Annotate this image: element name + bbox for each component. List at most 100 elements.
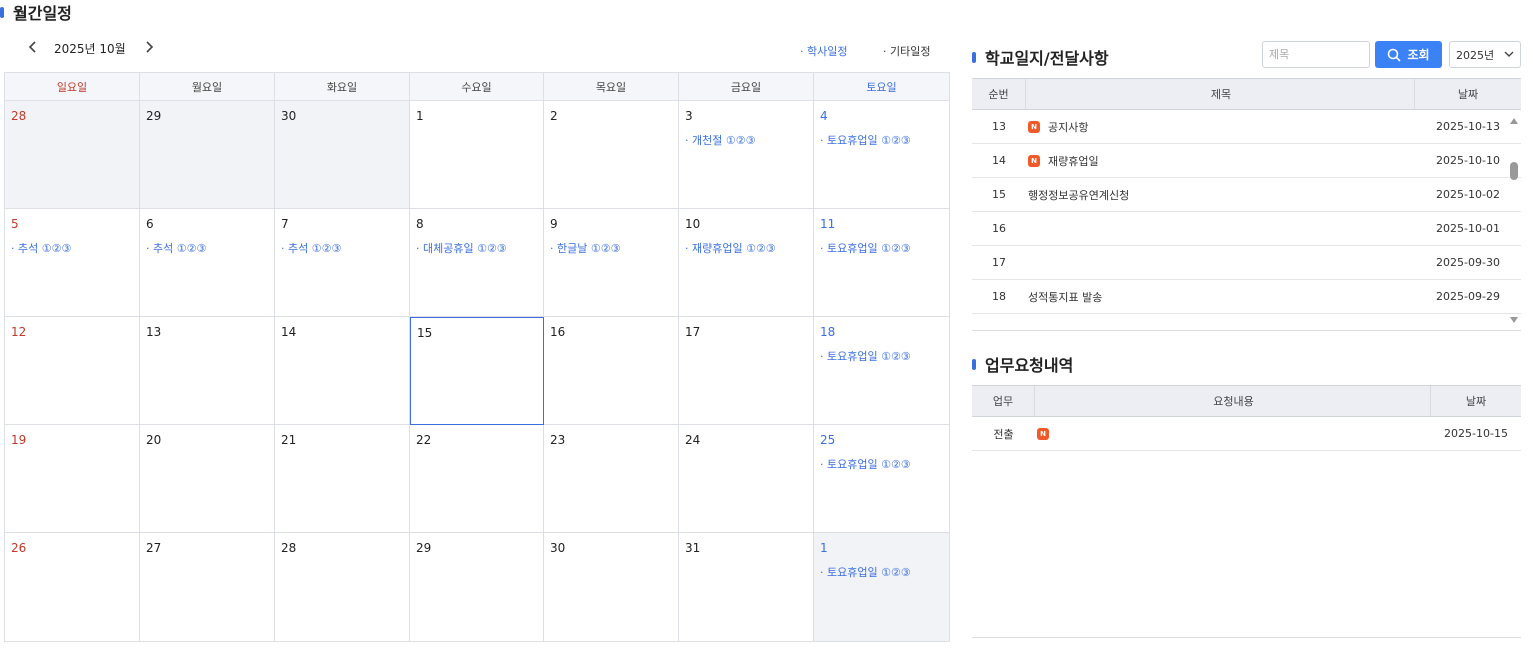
row-title[interactable]: N 공지사항 (1026, 119, 1415, 135)
row-number: 13 (992, 120, 1006, 133)
school-log-scrollbar[interactable] (1507, 110, 1521, 330)
chevron-left-icon[interactable] (24, 40, 42, 57)
calendar-day[interactable]: 11 · 토요휴업일 ①②③ (814, 209, 949, 317)
row-title[interactable]: N 재량휴업일 (1026, 153, 1415, 169)
calendar-event[interactable]: · 한글날 ①②③ (550, 240, 672, 256)
calendar-event[interactable]: · 토요휴업일 ①②③ (820, 240, 943, 256)
row-title-text: 행정정보공유연계신청 (1028, 188, 1130, 202)
day-number: 22 (416, 433, 432, 447)
calendar-event[interactable]: · 토요휴업일 ①②③ (820, 132, 943, 148)
calendar-day[interactable]: 30 (275, 101, 410, 209)
calendar-day[interactable]: 2 (544, 101, 679, 209)
table-row[interactable]: 17 2025-09-30 (972, 246, 1521, 280)
calendar-day[interactable]: 31 (679, 533, 814, 641)
calendar-day[interactable]: 26 (5, 533, 140, 641)
table-row[interactable]: 14 N 재량휴업일 2025-10-10 (972, 144, 1521, 178)
weekday-header: 수요일 (410, 73, 544, 100)
calendar-day[interactable]: 28 (5, 101, 140, 209)
new-badge-icon: N (1028, 154, 1040, 167)
calendar-day-today[interactable]: 15 (410, 317, 544, 425)
calendar-event[interactable]: · 재량휴업일 ①②③ (685, 240, 807, 256)
month-label: 2025년 10월 (54, 42, 126, 56)
calendar-event[interactable]: · 추석 ①②③ (11, 240, 133, 256)
scroll-thumb[interactable] (1510, 162, 1518, 180)
scroll-up-icon[interactable] (1510, 118, 1518, 124)
scroll-down-icon[interactable] (1510, 317, 1518, 323)
calendar-day[interactable]: 1 · 토요휴업일 ①②③ (814, 533, 949, 641)
calendar-day[interactable]: 23 (544, 425, 679, 533)
day-number: 14 (281, 325, 297, 339)
calendar-day[interactable]: 19 (5, 425, 140, 533)
row-date: 2025-10-01 (1436, 222, 1500, 235)
calendar-day[interactable]: 16 (544, 317, 679, 425)
calendar-day[interactable]: 24 (679, 425, 814, 533)
calendar-day[interactable]: 21 (275, 425, 410, 533)
calendar-event[interactable]: · 개천절 ①②③ (685, 132, 807, 148)
calendar-day[interactable]: 5 · 추석 ①②③ (5, 209, 140, 317)
header-title: 제목 (1026, 79, 1415, 109)
calendar-day[interactable]: 18 · 토요휴업일 ①②③ (814, 317, 949, 425)
calendar-day[interactable]: 8 · 대체공휴일 ①②③ (410, 209, 544, 317)
calendar-day[interactable]: 29 (410, 533, 544, 641)
calendar-day[interactable]: 4 · 토요휴업일 ①②③ (814, 101, 949, 209)
row-date: 2025-09-29 (1436, 290, 1500, 303)
title-accent-bar (972, 358, 976, 370)
table-row[interactable]: 15 행정정보공유연계신청 2025-10-02 (972, 178, 1521, 212)
calendar-day[interactable]: 25 · 토요휴업일 ①②③ (814, 425, 949, 533)
calendar-day[interactable]: 30 (544, 533, 679, 641)
work-request-title-text: 업무요청내역 (985, 356, 1074, 375)
calendar-event[interactable]: · 추석 ①②③ (146, 240, 268, 256)
school-log-title-text: 학교일지/전달사항 (985, 49, 1109, 68)
day-number: 1 (416, 109, 424, 123)
day-number: 17 (685, 325, 701, 339)
row-title[interactable]: 행정정보공유연계신청 (1026, 187, 1415, 203)
header-date: 날짜 (1457, 88, 1479, 101)
year-select[interactable]: 2025년 (1449, 41, 1521, 68)
day-number: 13 (146, 325, 162, 339)
day-number: 25 (820, 433, 836, 447)
calendar-day[interactable]: 17 (679, 317, 814, 425)
calendar-event[interactable]: · 대체공휴일 ①②③ (416, 240, 537, 256)
calendar-day[interactable]: 7 · 추석 ①②③ (275, 209, 410, 317)
work-request-rows: 전출 N 2025-10-15 (972, 417, 1521, 451)
table-row[interactable]: 18 성적통지표 발송 2025-09-29 (972, 280, 1521, 314)
table-row[interactable]: 13 N 공지사항 2025-10-13 (972, 110, 1521, 144)
header-no: 순번 (972, 79, 1026, 109)
table-row[interactable]: 전출 N 2025-10-15 (972, 417, 1521, 451)
legend-other-schedule[interactable]: · 기타일정 (883, 43, 930, 59)
calendar-day[interactable]: 27 (140, 533, 275, 641)
calendar-day[interactable]: 28 (275, 533, 410, 641)
calendar-day[interactable]: 9 · 한글날 ①②③ (544, 209, 679, 317)
work-request-section-title: 업무요청내역 (972, 352, 1073, 376)
calendar-event[interactable]: · 토요휴업일 ①②③ (820, 456, 943, 472)
calendar-day[interactable]: 14 (275, 317, 410, 425)
day-number: 12 (11, 325, 27, 339)
row-title[interactable]: 성적통지표 발송 (1026, 289, 1415, 305)
calendar-event[interactable]: · 토요휴업일 ①②③ (820, 348, 943, 364)
day-number: 30 (550, 541, 566, 555)
calendar-day[interactable]: 6 · 추석 ①②③ (140, 209, 275, 317)
chevron-right-icon[interactable] (140, 40, 158, 57)
calendar-day[interactable]: 29 (140, 101, 275, 209)
title-search-input[interactable] (1262, 41, 1370, 68)
calendar-event[interactable]: · 토요휴업일 ①②③ (820, 564, 943, 580)
school-log-table: 순번 제목 날짜 13 N 공지사항 2025-10-13 14 N 재량휴업일 2025-1… (972, 78, 1521, 331)
day-number: 1 (820, 541, 828, 555)
year-select-value: 2025년 (1456, 48, 1495, 62)
calendar-day[interactable]: 13 (140, 317, 275, 425)
calendar-day[interactable]: 3 · 개천절 ①②③ (679, 101, 814, 209)
calendar-event[interactable]: · 추석 ①②③ (281, 240, 403, 256)
calendar-day[interactable]: 20 (140, 425, 275, 533)
search-button[interactable]: 조회 (1375, 41, 1442, 68)
calendar-day[interactable]: 10 · 재량휴업일 ①②③ (679, 209, 814, 317)
day-number: 2 (550, 109, 558, 123)
calendar-day[interactable]: 12 (5, 317, 140, 425)
weekday-header: 월요일 (140, 73, 275, 100)
table-row[interactable]: 16 2025-10-01 (972, 212, 1521, 246)
calendar-day[interactable]: 22 (410, 425, 544, 533)
legend-academic-schedule[interactable]: · 학사일정 (800, 43, 847, 59)
calendar-day[interactable]: 1 (410, 101, 544, 209)
row-date: 2025-10-13 (1436, 120, 1500, 133)
request-content[interactable]: N (1035, 427, 1431, 440)
day-number: 5 (11, 217, 19, 231)
